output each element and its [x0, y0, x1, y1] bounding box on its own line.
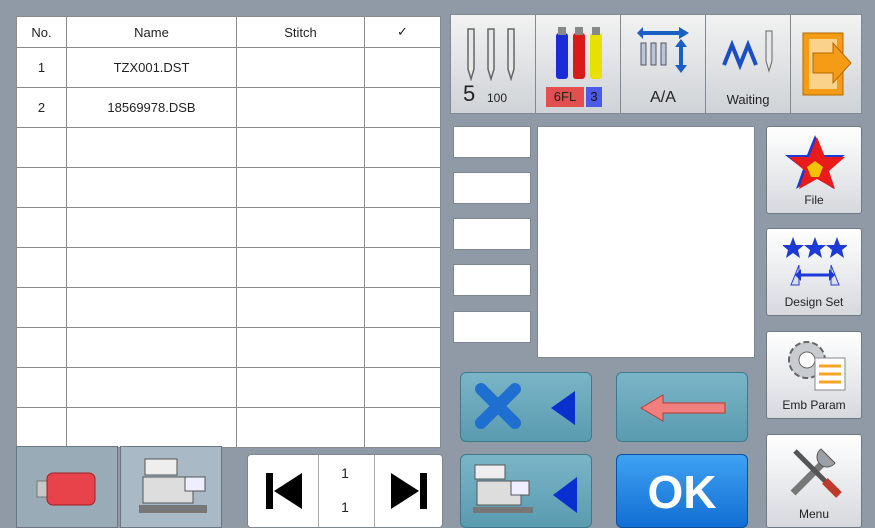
color-status-panel[interactable]: 6FL 3: [535, 14, 621, 114]
table-row-empty[interactable]: [16, 407, 441, 448]
back-button[interactable]: [616, 372, 748, 442]
exit-button[interactable]: [790, 14, 862, 114]
file-label: File: [804, 193, 824, 207]
emb-param-button[interactable]: Emb Param: [766, 331, 862, 419]
frame-mode-label: A/A: [650, 89, 676, 106]
first-page-button[interactable]: [248, 455, 319, 527]
cell-name: TZX001.DST: [66, 47, 237, 88]
col-header-no: No.: [16, 16, 67, 48]
tools-icon: [790, 448, 842, 498]
back-arrow-icon: [640, 394, 726, 422]
design-preview: [537, 126, 755, 358]
needle-count: 5: [463, 81, 476, 106]
frame-mode-panel[interactable]: A/A: [620, 14, 706, 114]
design-set-label: Design Set: [784, 295, 844, 309]
color-code-badge: 6FL: [546, 87, 584, 107]
thread-spools-icon: [556, 27, 602, 79]
design-stars-icon: [783, 237, 847, 286]
star-icon: [785, 135, 845, 189]
info-box-2: [453, 172, 531, 204]
cell-stitch: [236, 47, 365, 88]
table-row-empty[interactable]: [16, 247, 441, 288]
color-number-badge: 3: [586, 87, 602, 107]
table-row-empty[interactable]: [16, 327, 441, 368]
total-pages: 1: [341, 499, 349, 515]
exit-icon: [802, 32, 852, 96]
usb-drive-icon: [36, 472, 96, 506]
needles-icon: [467, 28, 515, 81]
needle-status-panel[interactable]: 5 100: [450, 14, 536, 114]
send-to-machine-icon: [473, 464, 577, 513]
info-box-1: [453, 126, 531, 158]
machine-tab[interactable]: [120, 446, 222, 528]
machine-state-label: Waiting: [726, 92, 770, 107]
clear-button[interactable]: [460, 372, 592, 442]
info-box-5: [453, 311, 531, 343]
info-box-4: [453, 264, 531, 296]
emb-param-label: Emb Param: [782, 398, 846, 412]
info-box-3: [453, 218, 531, 250]
machine-icon: [139, 458, 207, 513]
send-to-machine-button[interactable]: [460, 454, 592, 528]
last-page-icon: [391, 473, 427, 509]
gear-icon: [788, 341, 846, 391]
pager: 1 1: [247, 454, 443, 528]
cell-stitch: [236, 87, 365, 128]
machine-state-panel[interactable]: Waiting: [705, 14, 791, 114]
speed-value: 100: [487, 91, 508, 105]
table-row-empty[interactable]: [16, 127, 441, 168]
cell-check: [364, 87, 441, 128]
cell-check: [364, 47, 441, 88]
first-page-icon: [266, 473, 302, 509]
stitch-wave-icon: [722, 30, 773, 73]
table-row[interactable]: 2 18569978.DSB: [16, 87, 441, 128]
usb-tab[interactable]: [16, 446, 118, 528]
menu-label: Menu: [798, 507, 830, 521]
ok-button[interactable]: OK: [616, 454, 748, 528]
current-page: 1: [341, 465, 349, 481]
file-button[interactable]: File: [766, 126, 862, 214]
table-header-row: No. Name Stitch ✓: [16, 16, 441, 48]
cell-no: 1: [16, 47, 67, 88]
frame-adjust-icon: [637, 27, 689, 73]
col-header-stitch: Stitch: [236, 16, 365, 48]
cell-name: 18569978.DSB: [66, 87, 237, 128]
table-row[interactable]: 1 TZX001.DST: [16, 47, 441, 88]
table-row-empty[interactable]: [16, 167, 441, 208]
menu-button[interactable]: Menu: [766, 434, 862, 528]
file-table: No. Name Stitch ✓ 1 TZX001.DST 2 1856997…: [16, 16, 441, 448]
ok-label: OK: [647, 466, 717, 518]
last-page-button[interactable]: [374, 455, 445, 527]
clear-icon: [475, 383, 575, 429]
table-row-empty[interactable]: [16, 367, 441, 408]
col-header-name: Name: [66, 16, 237, 48]
col-header-check: ✓: [364, 16, 441, 48]
table-row-empty[interactable]: [16, 207, 441, 248]
design-set-button[interactable]: Design Set: [766, 228, 862, 316]
table-row-empty[interactable]: [16, 287, 441, 328]
cell-no: 2: [16, 87, 67, 128]
